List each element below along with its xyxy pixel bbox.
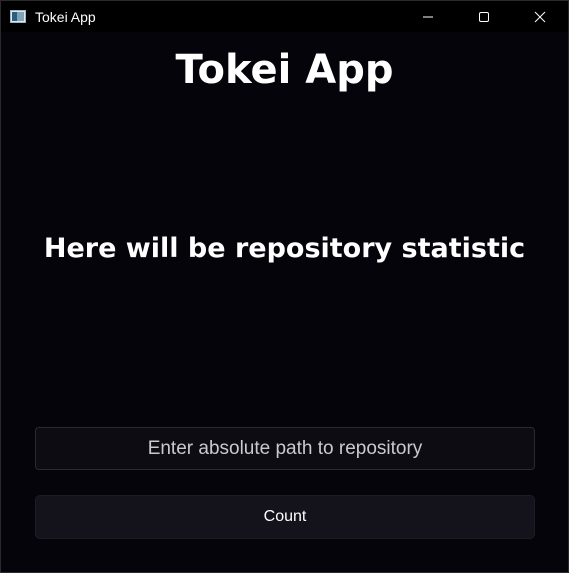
statistics-placeholder: Here will be repository statistic (43, 233, 526, 264)
app-window: Tokei App Tokei App Here will be reposit… (0, 0, 569, 573)
title-bar[interactable]: Tokei App (1, 1, 568, 32)
close-button[interactable] (512, 1, 568, 32)
minimize-icon (423, 16, 433, 17)
minimize-button[interactable] (400, 1, 456, 32)
count-button[interactable]: Count (35, 495, 535, 539)
main-content: Tokei App Here will be repository statis… (1, 32, 568, 572)
maximize-icon (479, 11, 489, 22)
window-controls (400, 1, 568, 32)
app-window-icon (10, 10, 26, 23)
close-icon (534, 11, 546, 22)
repository-path-input[interactable] (35, 427, 535, 470)
maximize-button[interactable] (456, 1, 512, 32)
page-title: Tokei App (175, 47, 394, 93)
window-title: Tokei App (35, 8, 96, 25)
